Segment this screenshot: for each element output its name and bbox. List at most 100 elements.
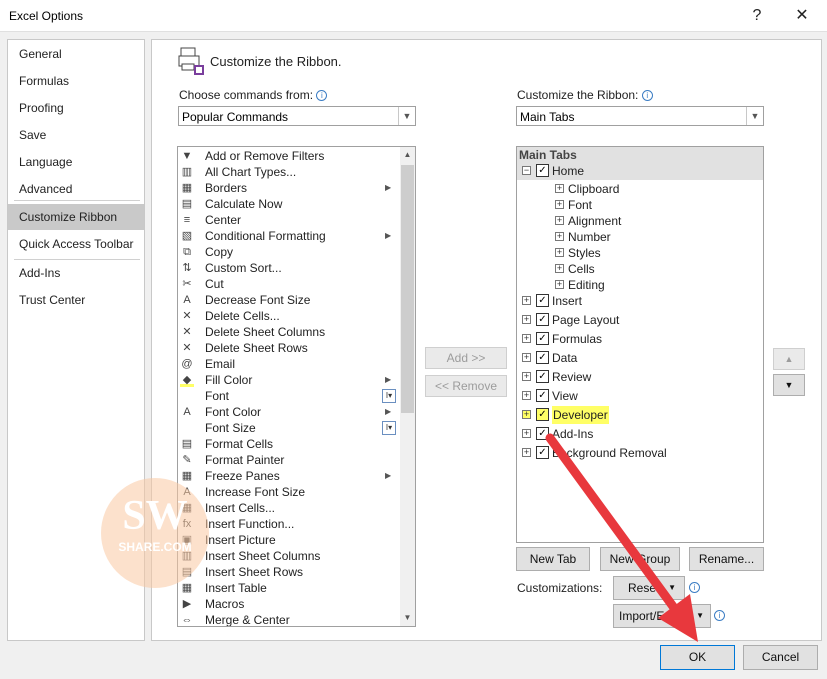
expand-icon[interactable]: +: [555, 264, 564, 273]
delete-cells-icon: ✕: [182, 310, 192, 322]
checkbox-checked-icon[interactable]: ✓: [536, 164, 549, 177]
chevron-down-icon: ▼: [398, 107, 415, 125]
expand-icon[interactable]: +: [522, 429, 531, 438]
command-item[interactable]: Font I▾: [178, 388, 398, 404]
command-item[interactable]: ▤ Format Cells: [178, 436, 398, 452]
close-button[interactable]: ✕: [787, 4, 817, 28]
command-item[interactable]: ▦ Insert Table: [178, 580, 398, 596]
command-item[interactable]: ▦ Freeze Panes ▶: [178, 468, 398, 484]
command-item[interactable]: AIncrease Font Size: [178, 484, 398, 500]
command-item[interactable]: ⧉ Copy: [178, 244, 398, 260]
command-item[interactable]: ▦Insert Cells...: [178, 500, 398, 516]
checkbox-checked-icon[interactable]: ✓: [536, 332, 549, 345]
command-item[interactable]: @ Email: [178, 356, 398, 372]
expand-icon[interactable]: +: [522, 448, 531, 457]
command-item[interactable]: ✕ Delete Cells...: [178, 308, 398, 324]
command-item[interactable]: fxInsert Function...: [178, 516, 398, 532]
command-item[interactable]: ▤Insert Sheet Rows: [178, 564, 398, 580]
calculator-icon: ▤: [181, 198, 193, 210]
command-item[interactable]: ✂ Cut: [178, 276, 398, 292]
choose-commands-dropdown[interactable]: Popular Commands ▼: [178, 106, 416, 126]
command-item[interactable]: ✕ Delete Sheet Rows: [178, 340, 398, 356]
collapse-icon[interactable]: −: [522, 166, 531, 175]
expand-icon[interactable]: +: [555, 184, 564, 193]
sort-icon: ⇅: [182, 262, 192, 274]
command-item[interactable]: ▼ Add or Remove Filters: [178, 148, 398, 164]
checkbox-checked-icon[interactable]: ✓: [536, 408, 549, 421]
expand-icon[interactable]: +: [555, 200, 564, 209]
tree-header: Main Tabs: [517, 147, 763, 163]
font-color-icon: A: [183, 406, 191, 418]
sidebar-item-add-ins[interactable]: Add-Ins: [8, 260, 144, 286]
move-up-button[interactable]: ▲: [773, 348, 805, 370]
command-item[interactable]: ▤ Calculate Now: [178, 196, 398, 212]
help-button[interactable]: ?: [742, 4, 772, 28]
commands-scrollbar[interactable]: ▲ ▼: [400, 147, 415, 626]
scroll-down-icon[interactable]: ▼: [400, 610, 415, 626]
move-down-button[interactable]: ▼: [773, 374, 805, 396]
fill-color-icon: ◆: [180, 373, 194, 387]
cancel-button[interactable]: Cancel: [743, 645, 818, 670]
filter-icon: ▼: [181, 150, 193, 162]
command-item[interactable]: ▧ Conditional Formatting ▶: [178, 228, 398, 244]
expand-icon[interactable]: +: [555, 232, 564, 241]
expand-icon[interactable]: +: [555, 280, 564, 289]
command-item[interactable]: ▣Insert Picture: [178, 532, 398, 548]
submenu-arrow-icon: ▶: [385, 375, 392, 384]
command-item[interactable]: ▦ Borders ▶: [178, 180, 398, 196]
customize-ribbon-label: Customize the Ribbon: i: [517, 88, 653, 102]
checkbox-checked-icon[interactable]: ✓: [536, 294, 549, 307]
command-item[interactable]: ▶ Macros: [178, 596, 398, 612]
command-item[interactable]: ▥ All Chart Types...: [178, 164, 398, 180]
ok-button[interactable]: OK: [660, 645, 735, 670]
command-item[interactable]: ⇔ Merge & Center: [178, 612, 398, 626]
expand-icon[interactable]: +: [522, 391, 531, 400]
choose-commands-label: Choose commands from: i: [179, 88, 328, 102]
sidebar-item-general[interactable]: General: [8, 41, 144, 67]
sidebar-item-quick-access-toolbar[interactable]: Quick Access Toolbar: [8, 231, 144, 257]
sidebar-item-language[interactable]: Language: [8, 149, 144, 175]
expand-icon[interactable]: +: [522, 372, 531, 381]
remove-button[interactable]: << Remove: [425, 375, 507, 397]
expand-icon[interactable]: +: [555, 216, 564, 225]
command-item[interactable]: ◆ Fill Color ▶: [178, 372, 398, 388]
expand-icon[interactable]: +: [522, 296, 531, 305]
checkbox-checked-icon[interactable]: ✓: [536, 351, 549, 364]
command-item[interactable]: A Decrease Font Size: [178, 292, 398, 308]
command-item[interactable]: ≡ Center: [178, 212, 398, 228]
sidebar-item-trust-center[interactable]: Trust Center: [8, 287, 144, 313]
add-button[interactable]: Add >>: [425, 347, 507, 369]
command-item[interactable]: ✎ Format Painter: [178, 452, 398, 468]
expand-icon[interactable]: +: [555, 248, 564, 257]
sidebar-item-advanced[interactable]: Advanced: [8, 176, 144, 202]
command-item[interactable]: Font Size I▾: [178, 420, 398, 436]
scroll-up-icon[interactable]: ▲: [400, 147, 415, 163]
watermark-logo: SW SHARE.COM: [101, 478, 209, 588]
tree-item-home[interactable]: − ✓ Home: [517, 162, 763, 180]
sidebar-item-save[interactable]: Save: [8, 122, 144, 148]
customize-ribbon-icon: [178, 46, 206, 76]
command-item[interactable]: ⇅ Custom Sort...: [178, 260, 398, 276]
command-item[interactable]: ▥Insert Sheet Columns: [178, 548, 398, 564]
customize-ribbon-dropdown[interactable]: Main Tabs ▼: [516, 106, 764, 126]
sidebar-item-proofing[interactable]: Proofing: [8, 95, 144, 121]
macros-icon: ▶: [182, 598, 192, 610]
expand-icon[interactable]: +: [522, 353, 531, 362]
checkbox-checked-icon[interactable]: ✓: [536, 313, 549, 326]
page-heading: Customize the Ribbon.: [210, 54, 342, 69]
expand-icon[interactable]: +: [522, 315, 531, 324]
checkbox-checked-icon[interactable]: ✓: [536, 370, 549, 383]
chevron-down-icon: ▼: [746, 107, 763, 125]
font-size-icon: [180, 421, 194, 435]
expand-icon[interactable]: +: [522, 334, 531, 343]
format-painter-icon: ✎: [182, 454, 192, 466]
sidebar-item-customize-ribbon[interactable]: Customize Ribbon: [8, 204, 144, 230]
expand-icon[interactable]: +: [522, 410, 531, 419]
submenu-arrow-icon: ▶: [385, 471, 392, 480]
command-item[interactable]: ✕ Delete Sheet Columns: [178, 324, 398, 340]
checkbox-checked-icon[interactable]: ✓: [536, 389, 549, 402]
scrollbar-thumb[interactable]: [401, 165, 414, 413]
commands-list[interactable]: ▼ Add or Remove Filters ▥ All Chart Types..…: [177, 146, 416, 627]
command-item[interactable]: A Font Color ▶: [178, 404, 398, 420]
sidebar-item-formulas[interactable]: Formulas: [8, 68, 144, 94]
